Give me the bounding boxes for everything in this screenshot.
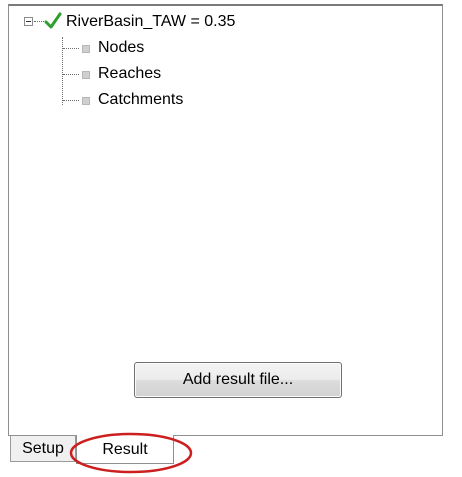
tree-item-nodes[interactable]: Nodes bbox=[9, 38, 442, 58]
add-result-file-button[interactable]: Add result file... bbox=[134, 362, 342, 398]
tree-item-label: Reaches bbox=[98, 65, 162, 82]
tab-result[interactable]: Result bbox=[76, 435, 174, 464]
tab-setup[interactable]: Setup bbox=[10, 436, 76, 462]
result-panel: RiverBasin_TAW = 0.35 Nodes Reaches Catc… bbox=[8, 4, 443, 436]
tree-connector bbox=[63, 74, 79, 75]
tree-item-label: Catchments bbox=[98, 91, 184, 108]
node-checkbox-icon[interactable] bbox=[82, 97, 90, 105]
tree-connector bbox=[63, 48, 79, 49]
tree-connector bbox=[63, 100, 79, 101]
tree-item-reaches[interactable]: Reaches bbox=[9, 64, 442, 84]
tree-item-catchments[interactable]: Catchments bbox=[9, 90, 442, 110]
tree-root-label[interactable]: RiverBasin_TAW = 0.35 bbox=[66, 12, 235, 32]
node-checkbox-icon[interactable] bbox=[82, 71, 90, 79]
tab-bar: Setup Result bbox=[8, 435, 443, 466]
collapse-toggle-icon[interactable] bbox=[24, 17, 33, 26]
node-checkbox-icon[interactable] bbox=[82, 45, 90, 53]
tree-item-label: Nodes bbox=[98, 39, 145, 56]
tree-connector bbox=[34, 21, 44, 22]
checkmark-icon[interactable] bbox=[44, 12, 62, 30]
result-tree: RiverBasin_TAW = 0.35 Nodes Reaches Catc… bbox=[9, 6, 442, 116]
